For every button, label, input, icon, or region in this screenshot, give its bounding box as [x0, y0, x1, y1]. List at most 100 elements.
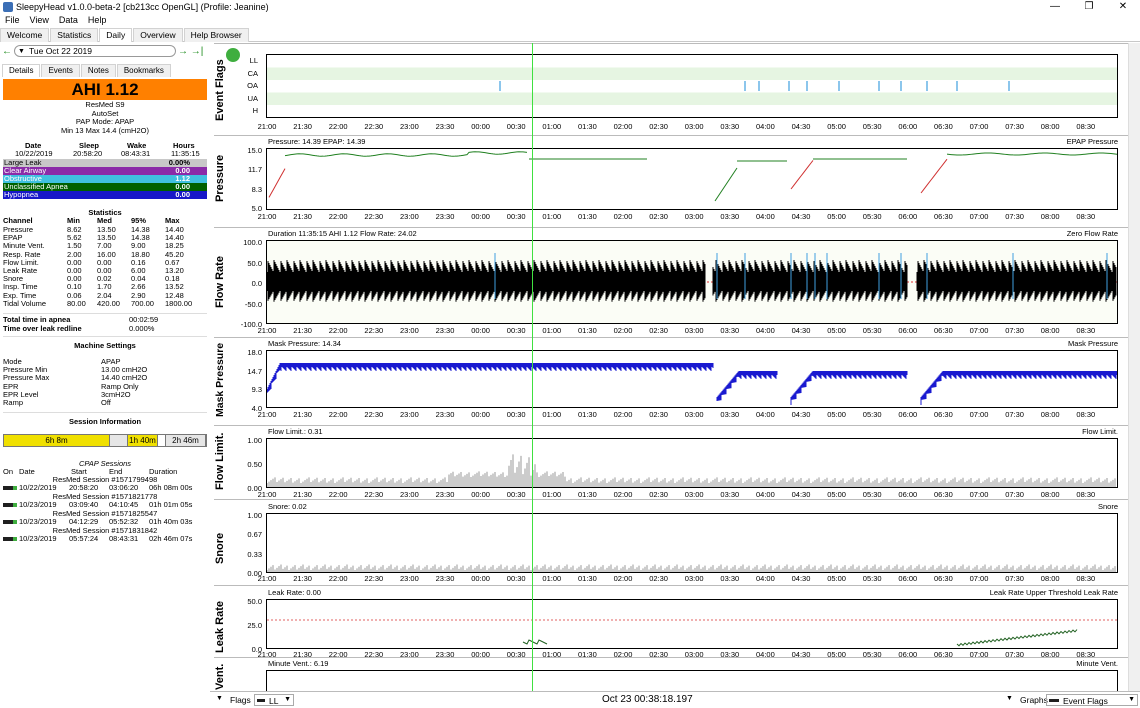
graphs-select[interactable]: Event Flags ▼: [1046, 694, 1138, 706]
prev-day-button[interactable]: ←: [0, 46, 14, 57]
flow-limitation-plot[interactable]: [266, 438, 1118, 488]
x-tick-label: 01:30: [578, 326, 597, 335]
tab-daily[interactable]: Daily: [99, 28, 133, 42]
x-tick-label: 22:30: [364, 326, 384, 335]
session-toggle[interactable]: [3, 503, 17, 507]
x-tick-label: 22:00: [328, 326, 348, 335]
statistics-cell: Tidal Volume: [3, 298, 47, 308]
menu-data[interactable]: Data: [54, 14, 83, 27]
graphs-toggle-icon[interactable]: ▼: [1006, 695, 1013, 702]
x-tick-label: 21:00: [257, 212, 277, 221]
mask-pressure-series: [266, 363, 714, 393]
session-duration: 01h 40m 03s: [149, 517, 193, 526]
flags-toggle-icon[interactable]: ▼: [216, 695, 223, 702]
session-start: 04:12:29: [69, 517, 99, 526]
maximize-button[interactable]: ❐: [1072, 0, 1106, 14]
event-row-band: [267, 67, 1117, 80]
last-day-button[interactable]: →|: [190, 46, 204, 57]
summary-values: 10/22/2019 20:58:20 08:43:31 11:35:15: [3, 150, 207, 158]
x-tick-label: 05:30: [862, 490, 882, 499]
snore-plot[interactable]: [266, 513, 1118, 573]
x-tick-label: 05:00: [827, 326, 846, 335]
apnea-time-label: Total time in apnea: [3, 315, 71, 324]
graph-scrollbar[interactable]: [1128, 43, 1140, 691]
session-row[interactable]: 10/23/2019 04:12:29 05:52:32 01h 40m 03s: [3, 518, 207, 526]
minute-vent-graph[interactable]: Vent. Minute Vent.: 6.19 Minute Vent.: [214, 657, 1140, 696]
x-tick-label: 04:30: [791, 490, 811, 499]
session-toggle[interactable]: [3, 537, 17, 541]
session-toggle[interactable]: [3, 520, 17, 524]
tab-notes[interactable]: Notes: [80, 64, 116, 77]
session-timeline: 6h 8m 1h 40m 2h 46m: [3, 434, 207, 447]
x-tick-label: 04:30: [791, 574, 811, 583]
pin-icon[interactable]: [226, 48, 240, 62]
x-tick-label: 02:00: [613, 410, 633, 419]
tab-overview[interactable]: Overview: [133, 28, 183, 42]
leak-rate-plot[interactable]: [266, 599, 1118, 649]
x-tick-label: 00:00: [471, 490, 490, 499]
event-flags-plot[interactable]: [266, 54, 1118, 118]
flags-select[interactable]: LL ▼: [254, 694, 294, 706]
menu-view[interactable]: View: [25, 14, 54, 27]
statistics-header-cell: Min: [67, 216, 80, 225]
x-tick-label: 06:00: [898, 212, 918, 221]
summary-wake: 08:43:31: [121, 149, 151, 158]
session-segment[interactable]: 6h 8m: [4, 435, 110, 446]
chevron-down-icon: ▼: [1128, 696, 1135, 703]
next-day-button[interactable]: →: [176, 46, 190, 57]
x-tick-label: 01:00: [542, 574, 562, 583]
event-flags-graph[interactable]: Event Flags LL CA OA UA H 21:00 21:30 22:00 22:…: [214, 43, 1140, 143]
tab-statistics[interactable]: Statistics: [50, 28, 99, 42]
mask-pressure-graph[interactable]: Mask Pressure Mask Pressure: 14.34 Mask …: [214, 337, 1140, 423]
x-tick-label: 08:00: [1040, 410, 1060, 419]
x-tick-label: 06:30: [934, 574, 953, 583]
flow-rate-plot[interactable]: [266, 240, 1118, 324]
session-date: 10/23/2019: [19, 517, 57, 526]
leak-time-value: 0.000%: [129, 324, 155, 333]
leak-rate-graph[interactable]: Leak Rate Leak Rate: 0.00 Leak Rate Uppe…: [214, 585, 1140, 661]
x-tick-label: 22:00: [328, 410, 348, 419]
flags-label: Flags: [230, 695, 251, 705]
session-segment[interactable]: 2h 46m: [166, 435, 206, 446]
tab-details[interactable]: Details: [2, 64, 41, 77]
divider: [3, 313, 207, 314]
app-icon: [3, 2, 13, 12]
tab-events[interactable]: Events: [41, 64, 80, 77]
x-tick-label: 04:30: [791, 326, 811, 335]
date-picker[interactable]: ▼ Tue Oct 22 2019: [14, 45, 176, 57]
session-row[interactable]: 10/23/2019 03:09:40 04:10:45 01h 01m 05s: [3, 501, 207, 509]
y-tick-label: 0.0: [251, 279, 262, 288]
menu-bar: File View Data Help: [0, 14, 111, 27]
minimize-button[interactable]: —: [1038, 0, 1072, 14]
session-toggle[interactable]: [3, 486, 17, 490]
mask-pressure-plot[interactable]: [266, 350, 1118, 408]
divider: [3, 412, 207, 413]
menu-help[interactable]: Help: [83, 14, 112, 27]
y-tick-label: 14.7: [247, 366, 262, 376]
x-tick-label: 04:30: [791, 122, 811, 131]
x-tick-label: 00:30: [506, 490, 526, 499]
graph-color-swatch: [1049, 699, 1059, 702]
x-tick-label: 22:30: [364, 574, 384, 583]
session-segment[interactable]: 1h 40m: [128, 435, 158, 446]
x-tick-label: 08:30: [1076, 490, 1096, 499]
close-button[interactable]: ✕: [1106, 0, 1140, 14]
tab-help-browser[interactable]: Help Browser: [183, 28, 249, 42]
menu-file[interactable]: File: [0, 14, 25, 27]
pressure-plot[interactable]: [266, 148, 1118, 210]
statistics-header-cell: Max: [165, 216, 180, 225]
pressure-graph[interactable]: Pressure Pressure: 14.39 EPAP: 14.39 EPA…: [214, 135, 1140, 221]
x-tick-label: 03:00: [684, 212, 704, 221]
pressure-series: [284, 151, 528, 157]
session-row[interactable]: 10/23/2019 05:57:24 08:43:31 02h 46m 07s: [3, 535, 207, 543]
x-tick-label: 05:00: [827, 574, 846, 583]
snore-graph[interactable]: Snore Snore: 0.02 Snore 1.00 0.67 0.33 0.00…: [214, 499, 1140, 585]
x-tick-label: 22:00: [328, 122, 348, 131]
session-row[interactable]: 10/22/2019 20:58:20 03:06:20 06h 08m 00s: [3, 484, 207, 492]
main-tabs: Welcome Statistics Daily Overview Help B…: [0, 28, 1140, 42]
flow-limitation-graph[interactable]: Flow Limit. Flow Limit.: 0.31 Flow Limit…: [214, 425, 1140, 499]
flow-rate-graph[interactable]: Flow Rate Duration 11:35:15 AHI 1.12 Flo…: [214, 227, 1140, 337]
tab-welcome[interactable]: Welcome: [0, 28, 50, 42]
snore-svg: [266, 564, 1116, 572]
tab-bookmarks[interactable]: Bookmarks: [116, 64, 171, 77]
